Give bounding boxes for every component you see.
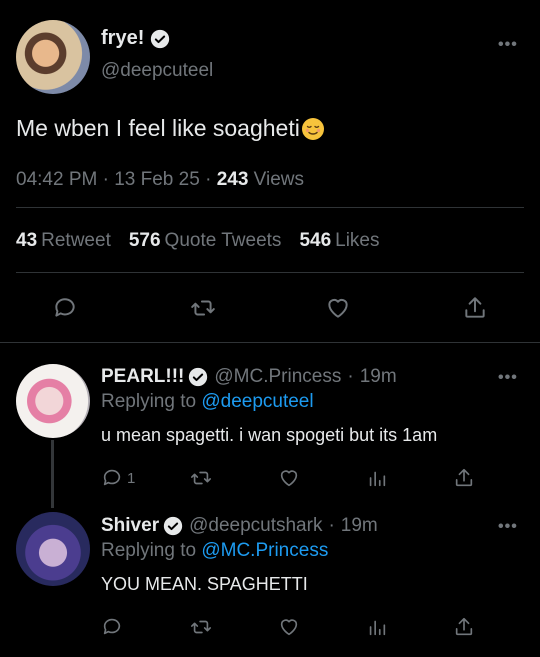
separator: · <box>347 366 354 387</box>
share-button[interactable] <box>457 290 493 326</box>
verified-badge-icon <box>163 516 183 536</box>
reply-avatar[interactable] <box>16 364 90 438</box>
retweets-count: 43 <box>16 230 38 251</box>
quotes-stat[interactable]: 576 Quote Tweets <box>129 230 282 252</box>
replying-to-link[interactable]: @deepcuteel <box>201 391 313 412</box>
replying-to: Replying to @MC.Princess <box>101 540 328 562</box>
separator: · <box>328 515 335 536</box>
share-button[interactable] <box>453 463 475 493</box>
retweets-label: Retweet <box>41 230 111 251</box>
tweet-stats: 43 Retweet 576 Quote Tweets 546 Likes <box>16 230 380 252</box>
like-button[interactable] <box>278 463 300 493</box>
tweet-action-bar <box>0 290 540 326</box>
verified-badge-icon <box>151 29 170 48</box>
tweet-date[interactable]: 13 Feb 25 <box>114 169 200 190</box>
separator: · <box>205 169 212 190</box>
retweet-button[interactable] <box>190 463 212 493</box>
like-button[interactable] <box>320 290 356 326</box>
retweet-icon <box>191 300 215 316</box>
reply-icon <box>55 298 75 317</box>
share-button[interactable] <box>453 612 475 642</box>
analytics-button[interactable] <box>366 463 388 493</box>
reply-time[interactable]: 19m <box>341 515 378 537</box>
verified-badge-icon <box>189 367 208 387</box>
more-options-icon[interactable]: ••• <box>498 518 518 536</box>
likes-count: 546 <box>299 230 332 251</box>
reply-text: u mean spagetti. i wan spogeti but its 1… <box>101 425 438 445</box>
heart-icon <box>328 298 348 318</box>
author-handle[interactable]: @deepcuteel <box>101 60 213 82</box>
reply-icon <box>103 469 121 486</box>
analytics-button[interactable] <box>366 612 388 642</box>
tweet-time[interactable]: 04:42 PM <box>16 169 97 190</box>
quotes-label: Quote Tweets <box>164 230 282 251</box>
reply-author-name[interactable]: Shiver <box>101 515 159 537</box>
avatar[interactable] <box>16 20 90 94</box>
reply-avatar[interactable] <box>16 512 90 586</box>
replying-prefix: Replying to <box>101 391 197 412</box>
reply-author-name[interactable]: PEARL!!! <box>101 366 184 388</box>
divider <box>0 342 540 343</box>
views-count: 243 <box>216 169 249 190</box>
tweet-text: Me wben I feel like soagheti <box>16 115 300 141</box>
retweet-button[interactable] <box>190 612 212 642</box>
reply-time[interactable]: 19m <box>360 366 397 388</box>
replying-prefix: Replying to <box>101 540 197 561</box>
separator: · <box>102 169 109 190</box>
retweet-button[interactable] <box>185 290 221 326</box>
reply-count: 1 <box>127 469 136 487</box>
relieved-face-emoji-icon <box>301 117 324 140</box>
replying-to-link[interactable]: @MC.Princess <box>201 540 328 561</box>
more-options-icon[interactable]: ••• <box>498 36 518 54</box>
likes-label: Likes <box>335 230 380 251</box>
author-name[interactable]: frye! <box>101 27 144 50</box>
reply-author-handle[interactable]: @MC.Princess <box>214 366 341 388</box>
tweet-meta: 04:42 PM · 13 Feb 25 · 243 Views <box>16 169 304 191</box>
retweet-icon <box>191 471 211 485</box>
reply-icon <box>103 618 121 635</box>
likes-stat[interactable]: 546 Likes <box>299 230 379 252</box>
reply-text: YOU MEAN. SPAGHETTI <box>101 574 308 594</box>
quotes-count: 576 <box>128 230 161 251</box>
reply-header: PEARL!!! @MC.Princess · 19m <box>101 366 397 388</box>
thread-line <box>51 440 54 508</box>
views-label: Views <box>253 169 305 190</box>
author-name-row[interactable]: frye! <box>101 27 170 50</box>
reply-header: Shiver @deepcutshark · 19m <box>101 515 378 537</box>
share-icon <box>455 468 473 487</box>
reply-author-handle[interactable]: @deepcutshark <box>189 515 322 537</box>
reply-button[interactable] <box>47 290 83 326</box>
analytics-icon <box>369 620 386 636</box>
heart-icon <box>280 619 298 636</box>
replying-to: Replying to @deepcuteel <box>101 391 314 413</box>
reply-button[interactable]: 1 <box>101 463 135 493</box>
like-button[interactable] <box>278 612 300 642</box>
reply-action-bar: 1 <box>101 463 481 493</box>
tweet-text-row: Me wben I feel like soagheti <box>16 115 325 142</box>
more-options-icon[interactable]: ••• <box>498 369 518 387</box>
share-icon <box>465 297 485 318</box>
divider <box>16 272 524 273</box>
share-icon <box>455 617 473 636</box>
retweet-icon <box>191 620 211 634</box>
reply-action-bar <box>101 612 481 642</box>
heart-icon <box>280 470 298 487</box>
retweets-stat[interactable]: 43 Retweet <box>16 230 111 252</box>
divider <box>16 207 524 208</box>
analytics-icon <box>369 471 386 487</box>
reply-button[interactable] <box>101 612 123 642</box>
